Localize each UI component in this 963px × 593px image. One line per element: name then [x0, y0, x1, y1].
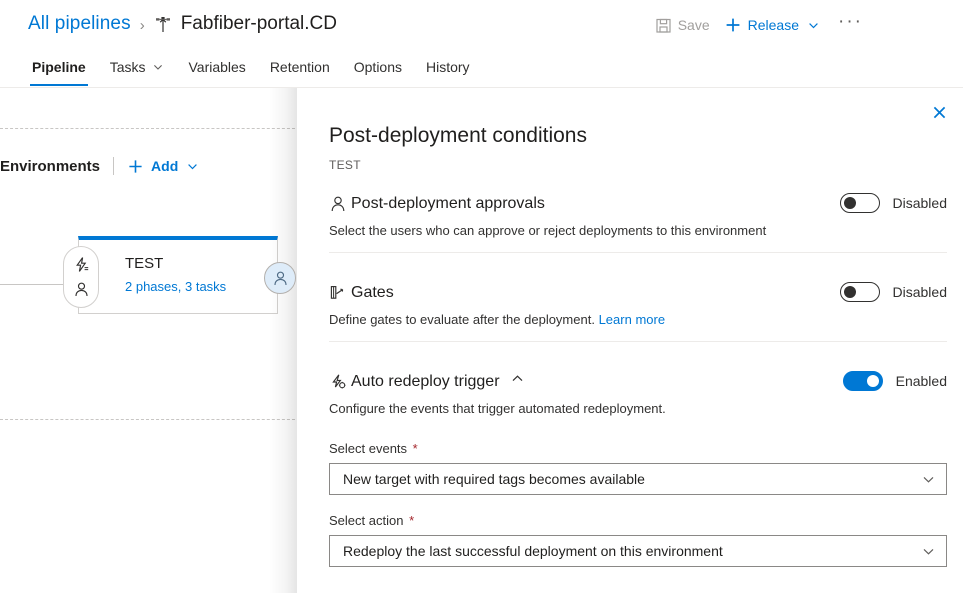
- release-label: Release: [748, 17, 799, 33]
- section-post-deployment-approvals: Post-deployment approvals Disabled Selec…: [329, 193, 947, 240]
- save-label: Save: [678, 17, 710, 33]
- auto-redeploy-toggle-group[interactable]: Enabled: [843, 371, 947, 391]
- field-label: Select action *: [329, 513, 947, 528]
- toggle-state-label: Enabled: [896, 373, 947, 389]
- post-deployment-conditions-panel: Post-deployment conditions TEST Post-dep…: [297, 88, 963, 593]
- select-action-dropdown[interactable]: Redeploy the last successful deployment …: [329, 535, 947, 567]
- select-events-dropdown[interactable]: New target with required tags becomes av…: [329, 463, 947, 495]
- post-deployment-approvals-toggle[interactable]: [840, 193, 880, 213]
- tab-history[interactable]: History: [414, 48, 482, 86]
- field-select-events: Select events * New target with required…: [329, 441, 947, 495]
- chevron-down-icon[interactable]: [186, 160, 199, 173]
- environment-card-test[interactable]: TEST 2 phases, 3 tasks: [78, 236, 278, 314]
- environment-connector-line: [0, 284, 72, 285]
- add-environment-button[interactable]: Add: [127, 158, 199, 175]
- page-title: Fabfiber-portal.CD: [181, 13, 337, 35]
- environment-card-body: TEST 2 phases, 3 tasks: [79, 240, 277, 297]
- panel-title: Post-deployment conditions: [329, 124, 587, 148]
- tab-tasks[interactable]: Tasks: [98, 48, 177, 86]
- section-divider: [329, 341, 947, 342]
- tab-variables[interactable]: Variables: [176, 48, 257, 86]
- add-label: Add: [151, 158, 178, 174]
- section-divider: [329, 252, 947, 253]
- toggle-state-label: Disabled: [893, 284, 947, 300]
- app-header: All pipelines › Fabfiber-portal.CD: [0, 0, 963, 48]
- pre-deployment-approval-person-icon[interactable]: [73, 281, 90, 298]
- gates-icon: [329, 284, 351, 302]
- canvas-dashed-separator: [0, 419, 300, 420]
- chevron-down-icon[interactable]: [921, 544, 936, 559]
- gates-toggle[interactable]: [840, 282, 880, 302]
- environment-phases-tasks-link[interactable]: 2 phases, 3 tasks: [125, 277, 277, 297]
- vertical-divider: [113, 157, 114, 175]
- chevron-down-icon[interactable]: [921, 472, 936, 487]
- chevron-up-icon[interactable]: [510, 371, 525, 386]
- tab-label: Options: [354, 59, 402, 75]
- chevron-down-icon[interactable]: [807, 19, 820, 32]
- pipeline-canvas: Environments Add TEST 2 phases, 3 tasks: [0, 88, 300, 593]
- trigger-lightning-icon[interactable]: [73, 256, 90, 273]
- plus-icon: [724, 16, 742, 34]
- breadcrumb-separator: ›: [140, 15, 145, 34]
- plus-icon: [127, 158, 144, 175]
- panel-drop-shadow: [269, 88, 297, 593]
- section-auto-redeploy-trigger: Auto redeploy trigger Enabled Configure …: [329, 371, 947, 418]
- toggle-knob: [844, 286, 856, 298]
- toggle-knob: [867, 375, 879, 387]
- section-heading: Gates: [351, 282, 394, 304]
- tab-list: Pipeline Tasks Variables Retention Optio…: [20, 48, 482, 88]
- tab-pipeline[interactable]: Pipeline: [20, 48, 98, 86]
- breadcrumb-all-pipelines-link[interactable]: All pipelines: [28, 13, 131, 35]
- toggle-knob: [844, 197, 856, 209]
- tab-retention[interactable]: Retention: [258, 48, 342, 86]
- environment-name: TEST: [125, 254, 277, 274]
- post-deployment-conditions-badge[interactable]: [264, 262, 296, 294]
- auto-redeploy-toggle[interactable]: [843, 371, 883, 391]
- more-actions-button[interactable]: ···: [838, 11, 863, 39]
- chevron-down-icon: [152, 61, 164, 73]
- close-icon[interactable]: [923, 96, 955, 128]
- tab-label: Retention: [270, 59, 330, 75]
- section-description: Configure the events that trigger automa…: [329, 400, 947, 418]
- save-button[interactable]: Save: [655, 17, 710, 34]
- field-label-text: Select events: [329, 441, 407, 456]
- header-toolbar: Save Release ···: [655, 12, 863, 38]
- gates-toggle-group[interactable]: Disabled: [840, 282, 947, 302]
- section-gates: Gates Disabled Define gates to evaluate …: [329, 282, 947, 329]
- tab-strip: Pipeline Tasks Variables Retention Optio…: [0, 48, 963, 88]
- pre-deployment-conditions-pill[interactable]: [63, 246, 99, 308]
- gates-description-text: Define gates to evaluate after the deplo…: [329, 312, 595, 327]
- auto-redeploy-icon: [329, 373, 351, 391]
- field-select-action: Select action * Redeploy the last succes…: [329, 513, 947, 567]
- canvas-dashed-separator: [0, 128, 300, 129]
- select-events-value: New target with required tags becomes av…: [343, 471, 645, 487]
- section-description: Select the users who can approve or reje…: [329, 222, 947, 240]
- section-heading: Post-deployment approvals: [351, 193, 545, 215]
- release-pipeline-icon: [154, 14, 172, 34]
- required-marker: *: [413, 441, 418, 456]
- environments-header: Environments Add: [0, 154, 199, 178]
- ellipsis-icon: ···: [838, 11, 863, 33]
- tab-label: Pipeline: [32, 59, 86, 75]
- save-disk-icon: [655, 17, 672, 34]
- field-label: Select events *: [329, 441, 947, 456]
- release-button[interactable]: Release: [724, 16, 820, 34]
- toggle-state-label: Disabled: [893, 195, 947, 211]
- tab-label: Variables: [188, 59, 245, 75]
- section-heading: Auto redeploy trigger: [351, 371, 500, 393]
- person-icon: [329, 195, 351, 213]
- breadcrumb: All pipelines › Fabfiber-portal.CD: [28, 8, 337, 40]
- panel-subtitle: TEST: [329, 158, 361, 172]
- environments-label: Environments: [0, 158, 100, 175]
- post-deployment-approvals-toggle-group[interactable]: Disabled: [840, 193, 947, 213]
- tab-label: Tasks: [110, 59, 146, 75]
- section-description: Define gates to evaluate after the deplo…: [329, 311, 947, 329]
- select-action-value: Redeploy the last successful deployment …: [343, 543, 723, 559]
- tab-options[interactable]: Options: [342, 48, 414, 86]
- tab-label: History: [426, 59, 470, 75]
- learn-more-link[interactable]: Learn more: [599, 312, 665, 327]
- field-label-text: Select action: [329, 513, 403, 528]
- required-marker: *: [409, 513, 414, 528]
